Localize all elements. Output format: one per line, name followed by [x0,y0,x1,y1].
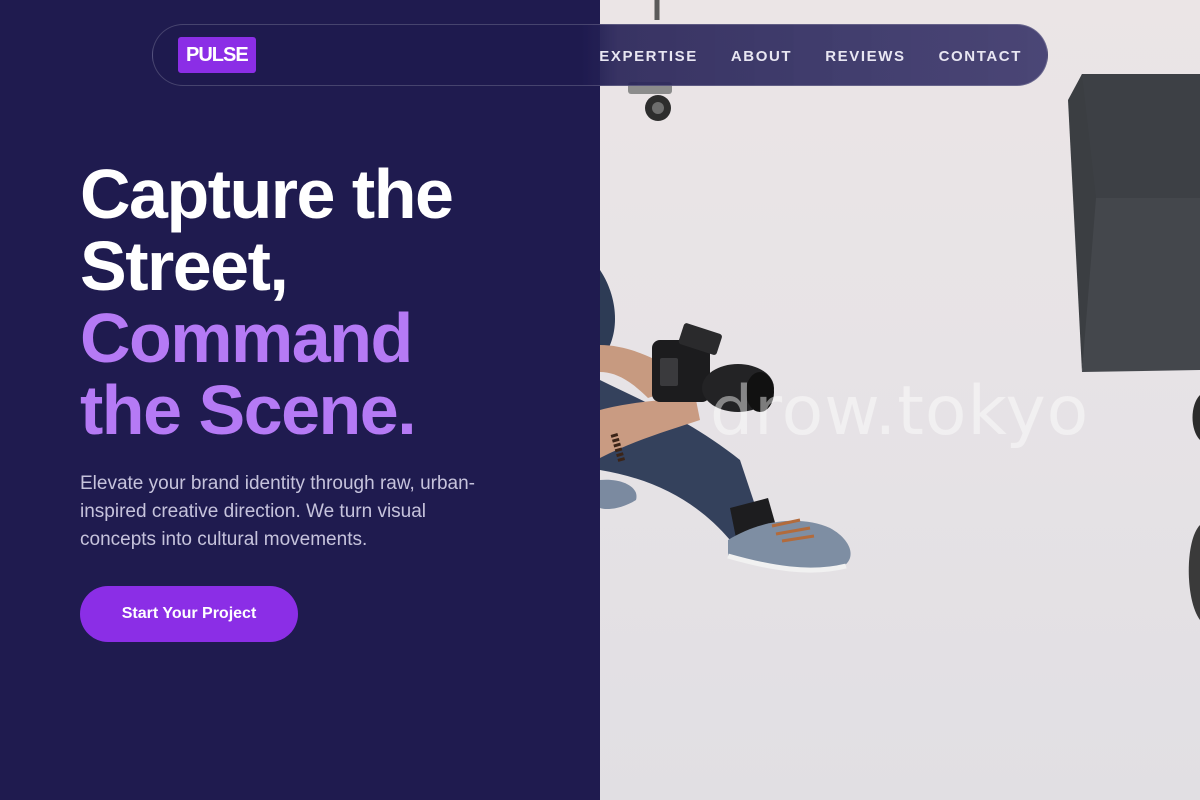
headline-line-1: Capture the [80,155,454,233]
top-navigation: PULSE EXPERTISE ABOUT REVIEWS CONTACT [152,24,1048,86]
hero-headline: Capture the Street, Command the Scene. [80,158,580,446]
pulse-logo[interactable]: PULSE [178,37,256,73]
headline-line-2: Street, [80,227,289,305]
nav-links: EXPERTISE ABOUT REVIEWS CONTACT [599,25,1022,87]
nav-link-about[interactable]: ABOUT [731,48,792,65]
box-front [1082,198,1200,372]
nav-link-expertise[interactable]: EXPERTISE [599,48,698,65]
nav-link-contact[interactable]: CONTACT [939,48,1022,65]
start-project-button[interactable]: Start Your Project [80,586,298,642]
hero-page: drow.tokyo PULSE EXPERTISE ABOUT REVIEWS… [0,0,1200,800]
headline-line-3: Command [80,299,413,377]
headline-line-4: the Scene. [80,371,417,449]
nav-link-reviews[interactable]: REVIEWS [825,48,905,65]
watermark-text: drow.tokyo [710,372,1090,451]
hero-description: Elevate your brand identity through raw,… [80,473,476,550]
